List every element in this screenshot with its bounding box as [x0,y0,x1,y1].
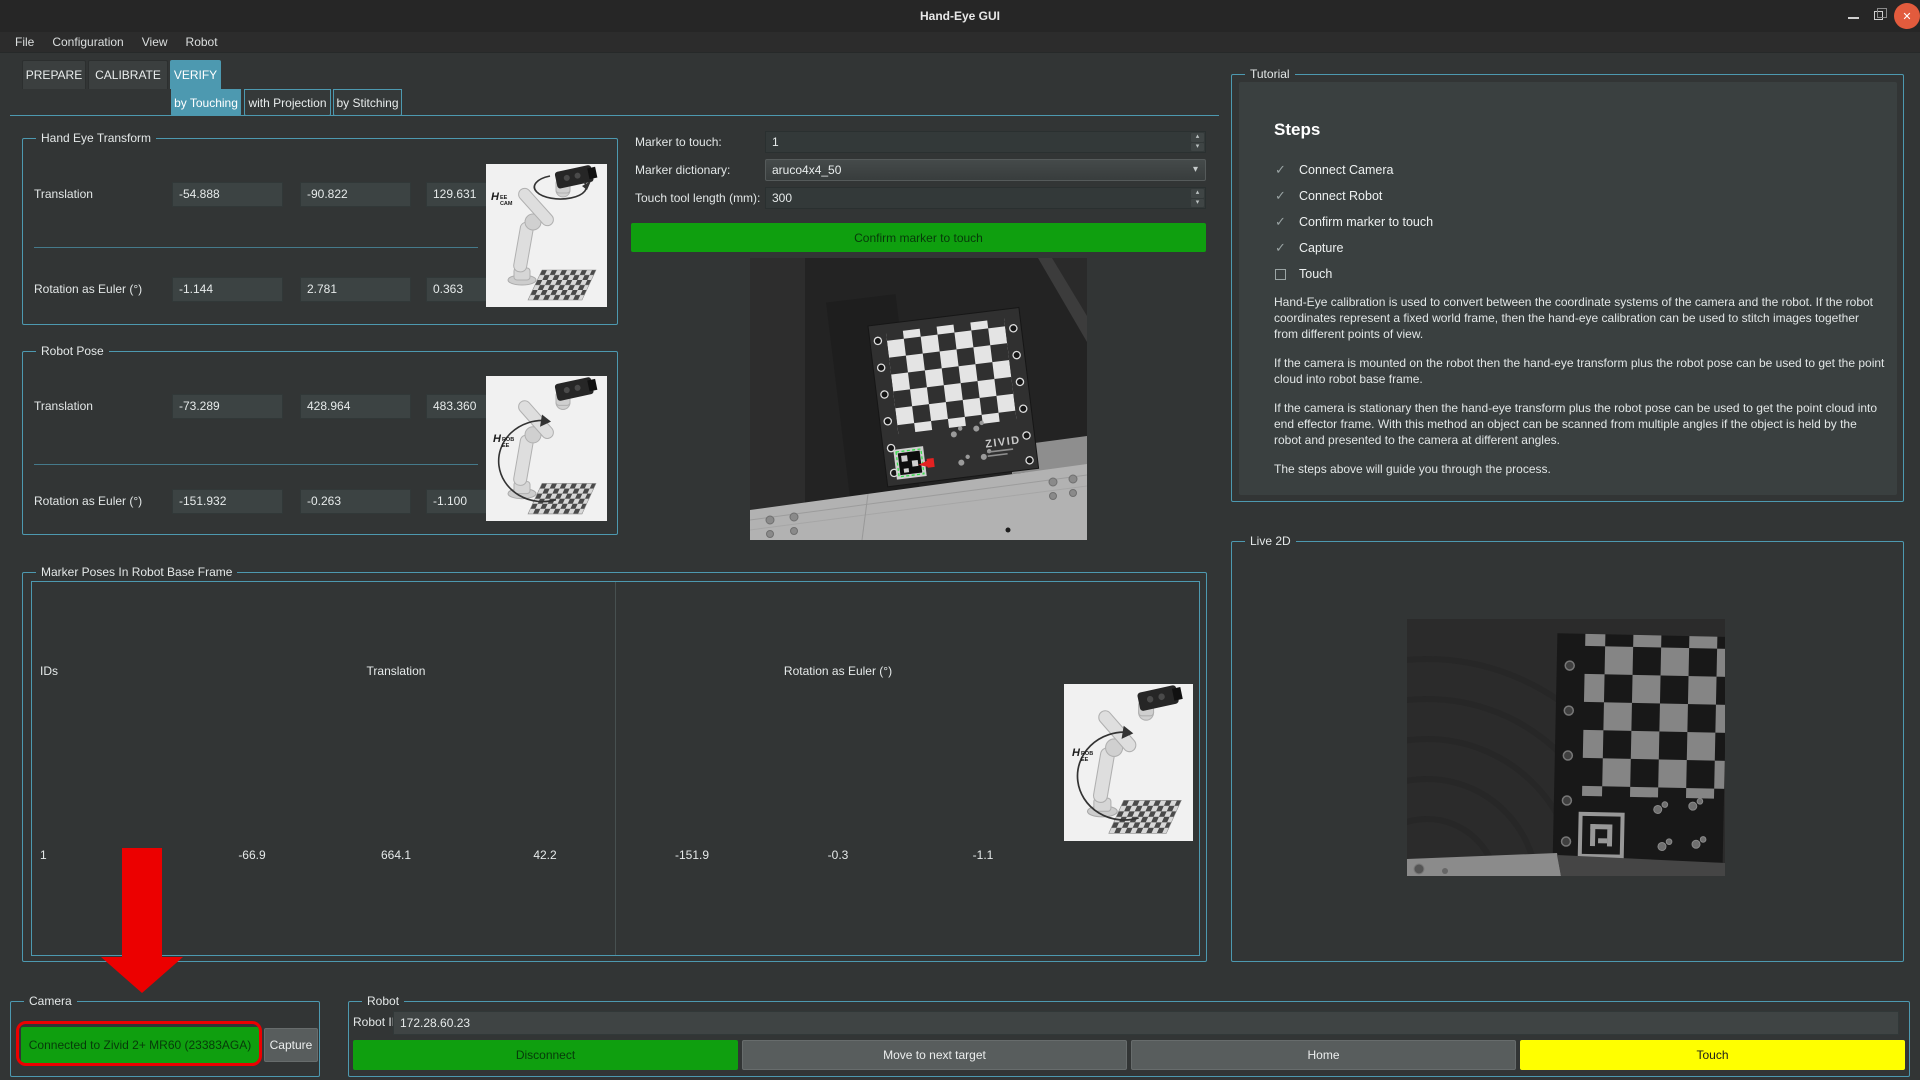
hand-eye-translation-x[interactable]: -54.888 [172,182,283,207]
divider [34,464,478,465]
cell-ry: -0.3 [788,848,888,862]
hand-eye-formula: HEECAM [491,190,512,207]
marker-dictionary-label: Marker dictionary: [635,163,730,177]
group-title: Marker Poses In Robot Base Frame [36,565,237,580]
robot-pose-translation-x[interactable]: -73.289 [172,394,283,419]
menu-configuration[interactable]: Configuration [43,35,132,49]
marker-pose-formula: HROBEE [1072,746,1093,763]
hand-eye-rotation-y[interactable]: 2.781 [300,277,411,302]
annotation-highlight-ring [16,1021,262,1066]
menu-robot[interactable]: Robot [177,35,227,49]
cell-rx: -151.9 [642,848,742,862]
group-title: Robot Pose [36,344,109,359]
live-2d-group: Live 2D [1231,541,1904,962]
marker-poses-table[interactable]: IDs Translation Rotation as Euler (°) 1 … [31,581,1200,956]
translation-label: Translation [34,187,93,201]
annotation-arrow-head [101,957,183,993]
robot-pose-illustration: HROBEE [486,376,607,521]
cell-tx: -66.9 [202,848,302,862]
robot-pose-formula: HROBEE [493,432,514,449]
camera-view-image: ZIVID [750,258,1087,540]
step-connect-robot: ✓ Connect Robot [1274,186,1382,206]
spin-down-icon[interactable]: ▾ [1191,199,1204,208]
tutorial-text: Hand-Eye calibration is used to convert … [1274,294,1886,490]
col-header-translation: Translation [246,664,546,678]
rotation-label: Rotation as Euler (°) [34,282,142,296]
move-to-next-target-button[interactable]: Move to next target [742,1040,1127,1070]
cell-id: 1 [40,848,47,862]
chevron-down-icon: ▾ [1193,164,1198,175]
hand-eye-transform-group: Hand Eye Transform Translation -54.888 -… [22,138,618,325]
tab-verify[interactable]: VERIFY [170,60,221,89]
menu-file[interactable]: File [6,35,43,49]
step-capture: ✓ Capture [1274,238,1343,258]
tab-calibrate[interactable]: CALIBRATE [88,60,168,89]
robot-pose-rotation-y[interactable]: -0.263 [300,489,411,514]
hand-eye-translation-y[interactable]: -90.822 [300,182,411,207]
cell-ty: 664.1 [346,848,446,862]
col-header-ids: IDs [40,664,58,678]
unchecked-checkbox-icon [1275,269,1286,280]
tutorial-panel: Steps ✓ Connect Camera ✓ Connect Robot ✓… [1239,82,1897,495]
robot-pose-rotation-x[interactable]: -151.932 [172,489,283,514]
column-divider [615,582,616,955]
confirm-marker-button[interactable]: Confirm marker to touch [631,223,1206,252]
robot-ip-field[interactable]: 172.28.60.23 [393,1011,1899,1035]
step-confirm-marker: ✓ Confirm marker to touch [1274,212,1433,232]
subtab-with-projection[interactable]: with Projection [244,89,331,116]
group-title: Live 2D [1245,534,1296,549]
menubar: File Configuration View Robot [0,32,1920,53]
maximize-icon[interactable] [1874,11,1883,20]
cell-rz: -1.1 [933,848,1033,862]
spin-up-icon[interactable]: ▴ [1191,189,1204,198]
hand-eye-rotation-x[interactable]: -1.144 [172,277,283,302]
group-title: Camera [24,994,77,1009]
divider [34,247,478,248]
capture-button[interactable]: Capture [264,1028,318,1062]
group-title: Robot [362,994,404,1009]
marker-to-touch-spinbox[interactable]: 1 ▴▾ [765,131,1206,153]
check-icon: ✓ [1274,188,1287,204]
tab-prepare[interactable]: PREPARE [22,60,86,89]
translation-label: Translation [34,399,93,413]
check-icon: ✓ [1274,240,1287,256]
subtab-by-stitching[interactable]: by Stitching [333,89,402,116]
col-header-rotation: Rotation as Euler (°) [688,664,988,678]
cell-tz: 42.2 [495,848,595,862]
steps-heading: Steps [1274,120,1320,140]
check-icon: ✓ [1274,162,1287,178]
table-row[interactable]: 1 -66.9 664.1 42.2 -151.9 -0.3 -1.1 [32,840,1201,870]
titlebar: Hand-Eye GUI ✕ [0,0,1920,32]
disconnect-button[interactable]: Disconnect [353,1040,738,1070]
group-title: Tutorial [1245,67,1295,82]
hand-eye-illustration: HEECAM [486,164,607,307]
marker-to-touch-label: Marker to touch: [635,135,722,149]
window-title: Hand-Eye GUI [0,0,1920,32]
menu-view[interactable]: View [133,35,177,49]
robot-group: Robot Robot IP 172.28.60.23 Disconnect M… [348,1001,1910,1077]
step-connect-camera: ✓ Connect Camera [1274,160,1394,180]
annotation-arrow [122,848,162,958]
marker-pose-illustration: HROBEE [1064,684,1193,841]
marker-dictionary-dropdown[interactable]: aruco4x4_50 ▾ [765,159,1206,181]
step-touch: Touch [1274,264,1332,284]
minimize-icon[interactable] [1848,17,1859,19]
robot-pose-translation-y[interactable]: 428.964 [300,394,411,419]
close-icon[interactable]: ✕ [1894,3,1920,29]
touch-tool-length-spinbox[interactable]: 300 ▴▾ [765,187,1206,209]
spin-up-icon[interactable]: ▴ [1191,133,1204,142]
tutorial-group: Tutorial Steps ✓ Connect Camera ✓ Connec… [1231,74,1904,502]
check-icon: ✓ [1274,214,1287,230]
marker-poses-group: Marker Poses In Robot Base Frame IDs Tra… [22,572,1207,962]
robot-pose-group: Robot Pose Translation -73.289 428.964 4… [22,351,618,535]
group-title: Hand Eye Transform [36,131,156,146]
subtab-by-touching[interactable]: by Touching [171,89,241,116]
spin-down-icon[interactable]: ▾ [1191,143,1204,152]
rotation-label: Rotation as Euler (°) [34,494,142,508]
live-2d-image [1407,619,1725,876]
touch-tool-length-label: Touch tool length (mm): [635,191,760,205]
application-window: Hand-Eye GUI ✕ File Configuration View R… [0,0,1920,1080]
home-button[interactable]: Home [1131,1040,1516,1070]
touch-button[interactable]: Touch [1520,1040,1905,1070]
